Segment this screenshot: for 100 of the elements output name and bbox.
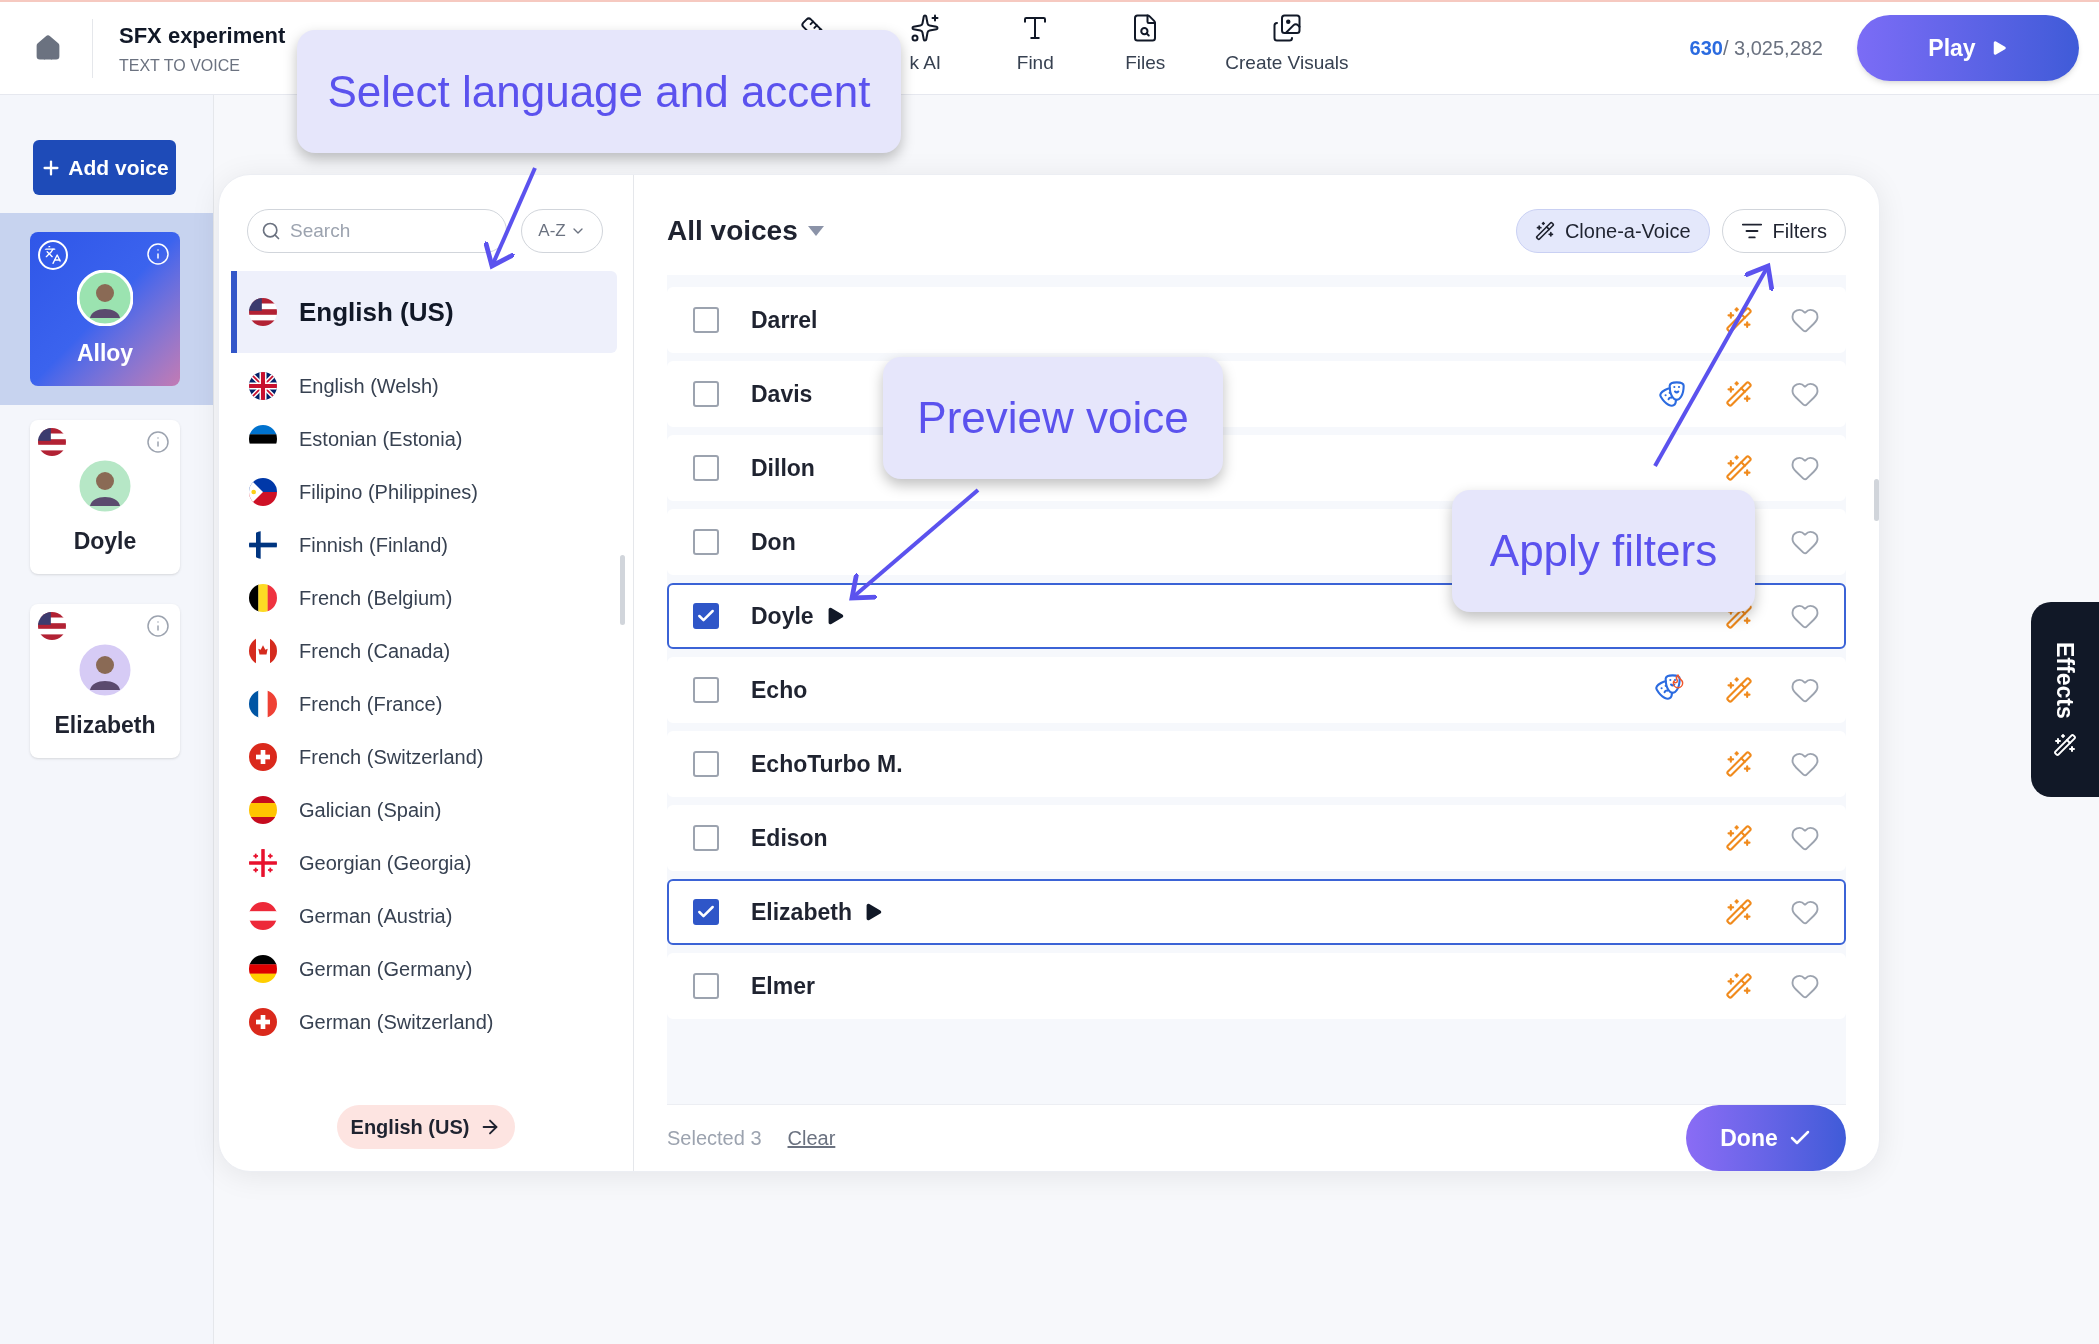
- info-icon[interactable]: [146, 430, 170, 454]
- magic-wand-icon[interactable]: [1725, 454, 1753, 482]
- project-title: SFX experiment: [119, 21, 286, 50]
- nav-label[interactable]: k AI: [909, 48, 942, 78]
- voice-card[interactable]: Alloy: [30, 232, 180, 386]
- clear-link[interactable]: Clear: [787, 1123, 836, 1153]
- flag-icon: [249, 530, 277, 559]
- checkbox[interactable]: [693, 751, 719, 777]
- magic-wand-icon: [2053, 732, 2077, 757]
- flag-icon: [249, 1007, 277, 1036]
- flag-icon: [249, 583, 277, 612]
- credits-total: / 3,025,282: [1722, 36, 1823, 61]
- magic-wand-icon[interactable]: [1725, 750, 1753, 778]
- language-item[interactable]: Finnish (Finland): [231, 518, 617, 571]
- voice-name: Darrel: [751, 305, 818, 335]
- add-voice-button[interactable]: Add voice: [33, 140, 176, 195]
- language-item[interactable]: German (Switzerland): [231, 995, 617, 1048]
- checkbox[interactable]: [693, 899, 719, 925]
- voice-name: Elmer: [751, 971, 815, 1001]
- scrollbar: [620, 555, 625, 625]
- caret-icon: [807, 226, 824, 236]
- language-item[interactable]: Georgian (Georgia): [231, 836, 617, 889]
- checkbox[interactable]: [693, 825, 719, 851]
- voice-name: Davis: [751, 379, 813, 409]
- flag-icon: [249, 954, 277, 983]
- checkbox[interactable]: [693, 677, 719, 703]
- callout-tooltip: Select language and accent: [297, 30, 901, 153]
- checkbox[interactable]: [693, 973, 719, 999]
- language-item[interactable]: German (Germany): [231, 942, 617, 995]
- language-item[interactable]: Filipino (Philippines): [231, 465, 617, 518]
- language-item[interactable]: Galician (Spain): [231, 783, 617, 836]
- voice-name: Elizabeth: [54, 711, 156, 740]
- sparkle-icon[interactable]: [910, 12, 941, 43]
- voice-row[interactable]: EchoTurbo M.: [667, 731, 1846, 797]
- flag-icon: [249, 371, 277, 400]
- images-icon[interactable]: [1271, 12, 1302, 43]
- flag-icon: [249, 848, 277, 877]
- play-button[interactable]: Play: [1857, 15, 2079, 81]
- flag-icon: [38, 428, 66, 456]
- flag-icon: [38, 612, 66, 640]
- checkbox[interactable]: [693, 529, 719, 555]
- voice-name: Echo: [751, 675, 808, 705]
- effects-tab[interactable]: Effects: [2031, 602, 2099, 797]
- checkbox[interactable]: [693, 455, 719, 481]
- selected-count: Selected 3: [667, 1126, 762, 1151]
- voice-row[interactable]: Elizabeth: [667, 879, 1846, 945]
- masks-flame-icon: [1654, 672, 1686, 703]
- nav-label[interactable]: Create Visuals: [1225, 48, 1349, 78]
- magic-wand-icon[interactable]: [1725, 898, 1753, 926]
- nav-label[interactable]: Files: [1125, 48, 1166, 78]
- voice-row[interactable]: Elmer: [667, 953, 1846, 1019]
- flag-icon: [249, 298, 277, 326]
- flag-icon: [249, 901, 277, 930]
- language-apply-button[interactable]: English (US): [336, 1105, 516, 1149]
- voice-name: Doyle: [751, 601, 814, 631]
- scrollbar: [1874, 479, 1879, 521]
- flag-icon: [249, 742, 277, 771]
- translate-icon: [38, 240, 68, 270]
- search-icon: [261, 221, 281, 241]
- voice-card[interactable]: Doyle: [30, 420, 180, 574]
- masks-icon: [1658, 380, 1686, 408]
- voice-row[interactable]: Darrel: [667, 287, 1846, 353]
- callout-tooltip: Apply filters: [1452, 490, 1755, 612]
- nav-label[interactable]: Find: [1016, 48, 1054, 78]
- avatar-icon: [77, 642, 133, 698]
- checkbox[interactable]: [693, 307, 719, 333]
- filters-button[interactable]: Filters: [1721, 209, 1846, 253]
- voice-row[interactable]: Echo: [667, 657, 1846, 723]
- avatar-icon: [77, 270, 133, 326]
- magic-wand-icon[interactable]: [1725, 676, 1753, 704]
- language-item[interactable]: German (Austria): [231, 889, 617, 942]
- voice-name: Elizabeth: [751, 897, 852, 927]
- flag-icon: [249, 689, 277, 718]
- language-item[interactable]: French (Switzerland): [231, 730, 617, 783]
- language-item[interactable]: French (France): [231, 677, 617, 730]
- voice-name: EchoTurbo M.: [751, 749, 903, 779]
- magic-wand-icon[interactable]: [1725, 306, 1753, 334]
- voice-name: Don: [751, 527, 796, 557]
- all-voices-dropdown[interactable]: All voices: [667, 210, 824, 252]
- language-item[interactable]: Estonian (Estonia): [231, 412, 617, 465]
- language-item[interactable]: English (US): [231, 271, 617, 353]
- checkbox[interactable]: [693, 381, 719, 407]
- credits-used: 630: [1689, 36, 1723, 61]
- language-item[interactable]: French (Canada): [231, 624, 617, 677]
- done-button[interactable]: Done: [1686, 1105, 1846, 1171]
- magic-wand-icon[interactable]: [1725, 972, 1753, 1000]
- project-subtitle: TEXT TO VOICE: [119, 55, 241, 76]
- search-field[interactable]: Search: [247, 209, 507, 253]
- voice-name: Doyle: [73, 527, 137, 556]
- magic-wand-icon[interactable]: [1725, 380, 1753, 408]
- info-icon[interactable]: [146, 614, 170, 638]
- language-item[interactable]: English (Welsh): [231, 359, 617, 412]
- language-item[interactable]: French (Belgium): [231, 571, 617, 624]
- magic-wand-icon[interactable]: [1725, 824, 1753, 852]
- checkbox[interactable]: [693, 603, 719, 629]
- voice-row[interactable]: Edison: [667, 805, 1846, 871]
- avatar-icon: [77, 458, 133, 514]
- flag-icon: [249, 795, 277, 824]
- clone-voice-button[interactable]: Clone-a-Voice: [1515, 209, 1710, 253]
- voice-card[interactable]: Elizabeth: [30, 604, 180, 758]
